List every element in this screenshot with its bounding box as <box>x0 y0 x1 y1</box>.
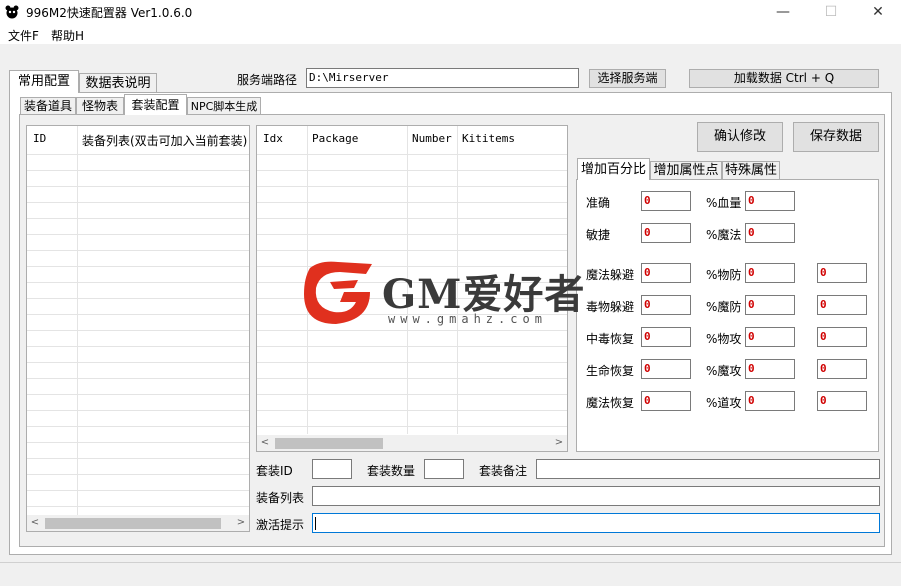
phys-def-label: %物防 <box>706 268 742 282</box>
phys-def-input[interactable]: 0 <box>745 263 795 283</box>
menu-help[interactable]: 帮助H <box>51 27 84 44</box>
agility-input[interactable]: 0 <box>641 223 691 243</box>
tao-atk-label: %道攻 <box>706 396 742 410</box>
mp-recover-input[interactable]: 0 <box>641 391 691 411</box>
suit-note-label: 套装备注 <box>479 464 528 478</box>
activation-hint-label: 激活提示 <box>256 518 305 532</box>
bear-app-icon <box>5 5 19 19</box>
poison-recover-label: 中毒恢复 <box>586 332 635 346</box>
close-button[interactable]: ✕ <box>855 0 901 24</box>
phys-def-input-2[interactable]: 0 <box>817 263 867 283</box>
equip-list-label: 装备列表 <box>256 491 305 505</box>
scroll-thumb[interactable] <box>45 518 221 529</box>
suit-id-label: 套装ID <box>256 464 293 478</box>
server-path-label: 服务端路径 <box>237 73 298 87</box>
accuracy-label: 准确 <box>586 196 611 210</box>
magic-def-input-2[interactable]: 0 <box>817 295 867 315</box>
scroll-left-icon[interactable]: < <box>257 435 273 451</box>
text-cursor <box>315 517 316 530</box>
tab-special-attr[interactable]: 特殊属性 <box>722 161 780 180</box>
scroll-right-icon[interactable]: > <box>233 515 249 531</box>
hp-recover-input[interactable]: 0 <box>641 359 691 379</box>
magic-def-label: %魔防 <box>706 300 742 314</box>
minimize-button[interactable]: — <box>760 0 806 24</box>
equipment-grid-rows <box>27 154 249 514</box>
equipment-hscrollbar[interactable]: < > <box>27 515 249 531</box>
gm-logo-icon <box>304 261 372 324</box>
mp-recover-label: 魔法恢复 <box>586 396 635 410</box>
suit-count-label: 套装数量 <box>367 464 416 478</box>
watermark-url: www.gmahz.com <box>388 312 547 326</box>
tao-atk-input-2[interactable]: 0 <box>817 391 867 411</box>
suit-grid-hscrollbar[interactable]: < > <box>257 435 567 451</box>
col-header-idx[interactable]: Idx <box>263 132 283 145</box>
save-data-button[interactable]: 保存数据 <box>793 122 879 152</box>
agility-label: 敏捷 <box>586 228 611 242</box>
tao-atk-input[interactable]: 0 <box>745 391 795 411</box>
tab-datatable-help[interactable]: 数据表说明 <box>79 73 157 93</box>
watermark: GM爱好者 www.gmahz.com <box>300 258 600 328</box>
window-title: 996M2快速配置器 Ver1.0.6.0 <box>26 6 193 20</box>
phys-atk-label: %物攻 <box>706 332 742 346</box>
tab-add-percent[interactable]: 增加百分比 <box>577 158 650 180</box>
magic-atk-input-2[interactable]: 0 <box>817 359 867 379</box>
magic-def-input[interactable]: 0 <box>745 295 795 315</box>
tab-monsters[interactable]: 怪物表 <box>76 97 124 115</box>
activation-hint-input[interactable] <box>312 513 880 533</box>
tab-equipment[interactable]: 装备道具 <box>20 97 76 115</box>
col-header-equip-list[interactable]: 装备列表(双击可加入当前套装) <box>82 132 247 149</box>
attribute-panel <box>576 179 879 452</box>
phys-atk-input-2[interactable]: 0 <box>817 327 867 347</box>
menu-file[interactable]: 文件F <box>8 27 39 44</box>
suit-count-input[interactable] <box>424 459 464 479</box>
title-bar: 996M2快速配置器 Ver1.0.6.0 — ☐ ✕ <box>0 0 901 24</box>
col-header-id[interactable]: ID <box>33 132 46 145</box>
mp-percent-label: %魔法 <box>706 228 742 242</box>
hp-percent-input[interactable]: 0 <box>745 191 795 211</box>
tab-add-attr-points[interactable]: 增加属性点 <box>650 161 722 180</box>
scroll-right-icon[interactable]: > <box>551 435 567 451</box>
col-header-kititems[interactable]: Kititems <box>462 132 515 145</box>
column-divider <box>77 126 78 516</box>
magic-atk-label: %魔攻 <box>706 364 742 378</box>
magic-dodge-input[interactable]: 0 <box>641 263 691 283</box>
menu-bar: 文件F 帮助H <box>0 24 901 44</box>
tab-npc-script[interactable]: NPC脚本生成 <box>187 97 261 115</box>
suit-note-input[interactable] <box>536 459 880 479</box>
status-bar <box>0 562 901 586</box>
tab-suit-config[interactable]: 套装配置 <box>124 94 187 115</box>
confirm-edit-button[interactable]: 确认修改 <box>697 122 783 152</box>
hp-percent-label: %血量 <box>706 196 742 210</box>
tab-common-config[interactable]: 常用配置 <box>9 70 79 93</box>
suit-id-input[interactable] <box>312 459 352 479</box>
load-data-button[interactable]: 加载数据 Ctrl + Q <box>689 69 879 88</box>
select-server-button[interactable]: 选择服务端 <box>589 69 666 88</box>
phys-atk-input[interactable]: 0 <box>745 327 795 347</box>
server-path-input[interactable]: D:\Mirserver <box>306 68 579 88</box>
maximize-button[interactable]: ☐ <box>808 0 854 24</box>
mp-percent-input[interactable]: 0 <box>745 223 795 243</box>
scroll-left-icon[interactable]: < <box>27 515 43 531</box>
accuracy-input[interactable]: 0 <box>641 191 691 211</box>
col-header-number[interactable]: Number <box>412 132 452 145</box>
col-header-package[interactable]: Package <box>312 132 358 145</box>
scroll-thumb[interactable] <box>275 438 383 449</box>
hp-recover-label: 生命恢复 <box>586 364 635 378</box>
poison-dodge-input[interactable]: 0 <box>641 295 691 315</box>
magic-atk-input[interactable]: 0 <box>745 359 795 379</box>
equip-list-input[interactable] <box>312 486 880 506</box>
poison-recover-input[interactable]: 0 <box>641 327 691 347</box>
equipment-list[interactable]: ID 装备列表(双击可加入当前套装) < > <box>26 125 250 532</box>
